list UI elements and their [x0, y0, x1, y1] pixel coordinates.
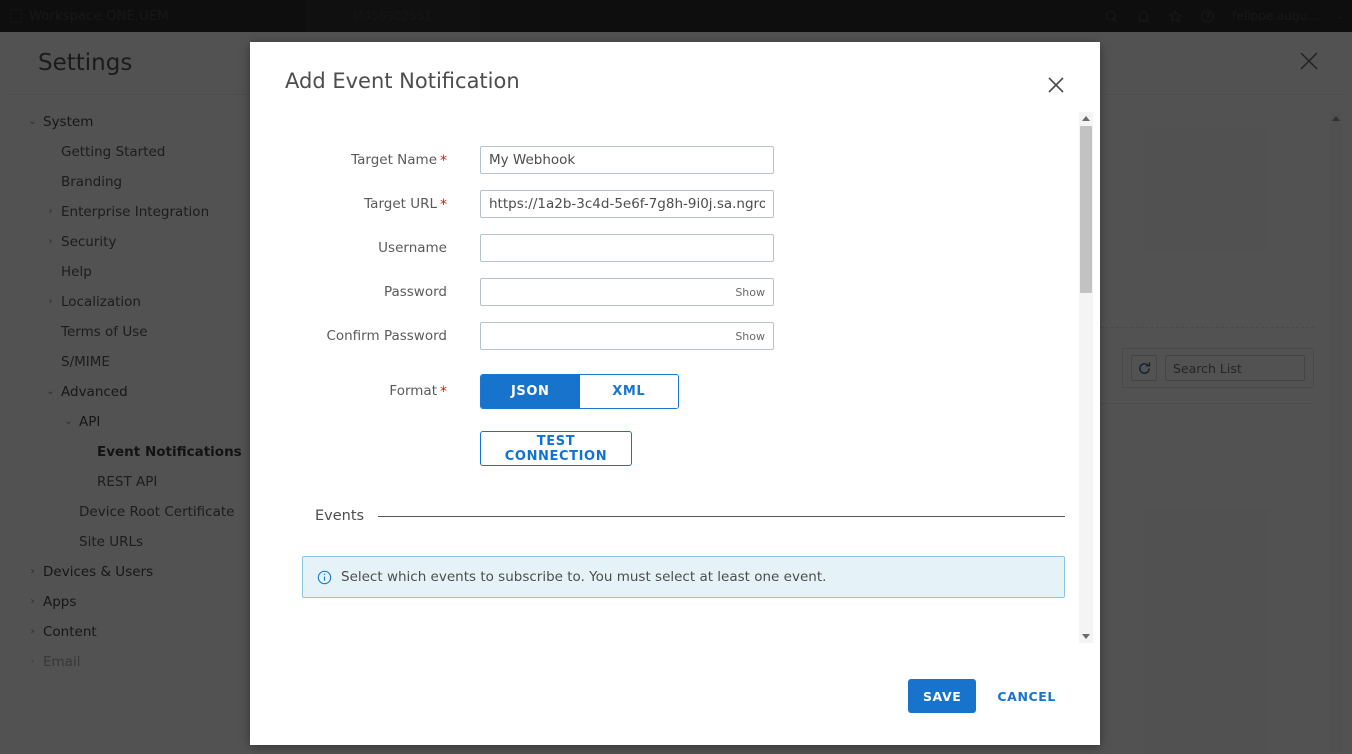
events-info-alert: Select which events to subscribe to. You…: [302, 556, 1065, 598]
events-info-text: Select which events to subscribe to. You…: [341, 569, 827, 585]
password-label: Password: [383, 284, 447, 300]
target-url-input[interactable]: [480, 190, 774, 218]
format-toggle-group: JSON XML: [480, 374, 679, 409]
format-label: Format *: [250, 383, 480, 400]
required-asterisk: *: [440, 384, 447, 400]
modal-footer-actions: SAVE CANCEL: [907, 679, 1065, 713]
target-name-label: Target Name *: [250, 152, 480, 169]
modal-scroll-area: Target Name* Target URL* Username Passwo…: [250, 146, 1100, 645]
add-event-notification-modal: Add Event Notification Target Name* Targ…: [250, 42, 1100, 745]
form-row-target-name: Target Name *: [250, 146, 1100, 174]
cancel-button[interactable]: CANCEL: [988, 679, 1065, 713]
required-asterisk: *: [440, 152, 447, 169]
confirm-password-label: Confirm Password: [326, 328, 447, 344]
username-label: Username: [378, 240, 447, 256]
events-section-header: Events: [315, 508, 1065, 524]
username-input[interactable]: [480, 234, 774, 262]
required-asterisk: *: [440, 196, 447, 213]
modal-footer: SAVE CANCEL: [250, 645, 1100, 745]
save-button[interactable]: SAVE: [907, 679, 977, 713]
form-row-target-url: Target URL *: [250, 190, 1100, 218]
password-input[interactable]: [480, 278, 774, 306]
caret-down-icon[interactable]: [1082, 634, 1090, 639]
format-option-json[interactable]: JSON: [481, 375, 580, 408]
format-label-text: Format: [389, 383, 437, 399]
caret-up-icon[interactable]: [1082, 116, 1090, 121]
events-section-title: Events: [315, 508, 365, 524]
target-url-label: Target URL *: [250, 196, 480, 213]
target-name-input[interactable]: [480, 146, 774, 174]
form-row-password: Password Show: [250, 278, 1100, 306]
scrollbar-thumb[interactable]: [1080, 126, 1092, 293]
test-connection-button[interactable]: TEST CONNECTION: [480, 431, 632, 466]
confirm-password-show-toggle[interactable]: Show: [735, 322, 765, 350]
form-row-format: Format * JSON XML: [250, 374, 1100, 409]
target-name-label-text: Target Name: [351, 151, 437, 168]
modal-body: Target Name* Target URL* Username Passwo…: [250, 106, 1100, 645]
modal-header: Add Event Notification: [250, 42, 1100, 106]
info-circle-icon: [317, 570, 332, 585]
password-show-toggle[interactable]: Show: [735, 278, 765, 306]
form-row-username: Username: [250, 234, 1100, 262]
confirm-password-input[interactable]: [480, 322, 774, 350]
confirm-password-field-wrapper: Show: [480, 322, 774, 350]
modal-scrollbar[interactable]: [1079, 112, 1093, 643]
section-divider: [378, 515, 1065, 517]
format-option-xml[interactable]: XML: [579, 375, 678, 408]
modal-title: Add Event Notification: [285, 69, 520, 93]
password-field-wrapper: Show: [480, 278, 774, 306]
target-url-label-text: Target URL: [364, 195, 437, 212]
close-icon[interactable]: [1045, 74, 1067, 96]
form-row-confirm-password: Confirm Password Show: [250, 322, 1100, 350]
